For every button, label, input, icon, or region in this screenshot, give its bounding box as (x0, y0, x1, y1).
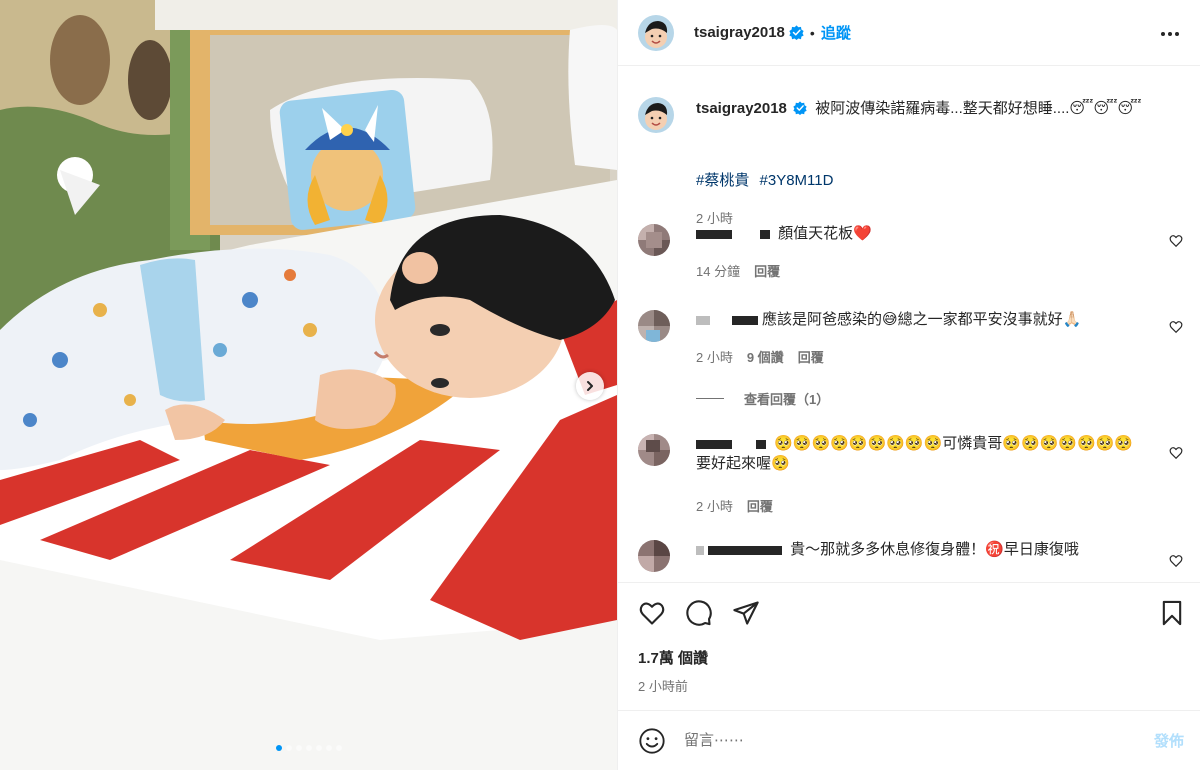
heart-icon[interactable] (1169, 554, 1183, 568)
comment-composer: 發佈 (618, 710, 1200, 770)
comment-time: 2 小時 (696, 499, 733, 514)
carousel-dot (325, 745, 332, 751)
follow-button[interactable]: 追蹤 (821, 22, 851, 43)
commenter-avatar[interactable] (638, 540, 670, 572)
commenter-avatar[interactable] (638, 310, 670, 342)
carousel-indicator (0, 745, 617, 751)
reply-button[interactable]: 回覆 (754, 261, 780, 280)
carousel-dot (275, 745, 282, 751)
heart-icon[interactable] (1169, 234, 1183, 248)
redacted-username (732, 315, 758, 325)
redacted-gap (714, 316, 728, 325)
comment-time: 14 分鐘 (696, 264, 741, 279)
comment-meta: 14 分鐘 回覆 (696, 261, 780, 280)
redacted-username (708, 545, 782, 555)
post-photo[interactable] (0, 0, 617, 770)
chevron-right-icon (587, 381, 593, 391)
caption-hashtags: #蔡桃貴 #3Y8M11D (696, 169, 839, 190)
likes-count[interactable]: 1.7萬 個讚 (638, 647, 708, 668)
caption-text: 被阿波傳染諾羅病毒...整天都好想睡....😴😴😴 (815, 100, 1142, 117)
post-time: 2 小時前 (638, 679, 688, 694)
carousel-dot (315, 745, 322, 751)
redacted-username (756, 439, 766, 449)
redacted-username (696, 439, 732, 449)
redacted-username (696, 229, 732, 239)
more-icon[interactable] (1160, 24, 1180, 44)
redacted-gap (736, 230, 756, 239)
carousel-dot (295, 745, 302, 751)
avatar[interactable] (638, 14, 674, 51)
reply-button[interactable]: 回覆 (798, 347, 824, 366)
caption-avatar[interactable] (638, 97, 674, 133)
redacted-username (696, 545, 704, 555)
photo-illustration (0, 0, 617, 770)
emoji-icon[interactable] (638, 727, 666, 755)
post-sidebar: tsaigray2018 • 追蹤 tsaigray2018 被阿波傳染諾羅病毒… (617, 0, 1200, 770)
header-separator: • (809, 24, 815, 41)
next-image-button[interactable] (576, 372, 604, 400)
heart-icon[interactable] (638, 599, 666, 627)
carousel-dot (305, 745, 312, 751)
replies-divider (696, 398, 724, 399)
comment-meta: 2 小時 回覆 (696, 496, 773, 515)
likes-count[interactable]: 9 個讚 (747, 347, 784, 366)
comment-time: 2 小時 (696, 350, 733, 365)
header-username[interactable]: tsaigray2018 (694, 24, 785, 41)
caption-username[interactable]: tsaigray2018 (696, 100, 787, 117)
carousel-dot (335, 745, 342, 751)
hashtag-link[interactable]: #3Y8M11D (760, 172, 834, 189)
bookmark-icon[interactable] (1158, 599, 1186, 627)
post-comment-button[interactable]: 發佈 (1154, 730, 1184, 751)
reply-button[interactable]: 回覆 (747, 496, 773, 515)
comment-text: 應該是阿爸感染的😅總之一家都平安沒事就好🙏🏻 (762, 311, 1082, 328)
comment-text: 顏值天花板❤️ (778, 225, 872, 242)
hashtag-link[interactable]: #蔡桃貴 (696, 172, 749, 189)
redacted-username (760, 229, 770, 239)
heart-icon[interactable] (1169, 446, 1183, 460)
comment-input[interactable] (684, 732, 1124, 749)
share-icon[interactable] (732, 599, 760, 627)
action-bar: 1.7萬 個讚 2 小時前 (618, 582, 1200, 710)
comment-meta: 2 小時 9 個讚 回覆 (696, 347, 824, 366)
comment-icon[interactable] (685, 599, 713, 627)
comment-text: 貴～那就多多休息修復身體！㊗️早日康復哦 (790, 541, 1079, 558)
commenter-avatar[interactable] (638, 224, 670, 256)
commenter-avatar[interactable] (638, 434, 670, 466)
view-replies-button[interactable]: 查看回覆（1） (696, 389, 829, 408)
view-replies-label: 查看回覆（1） (744, 392, 830, 407)
comments-list[interactable]: tsaigray2018 被阿波傳染諾羅病毒...整天都好想睡....😴😴😴 #… (618, 67, 1200, 582)
redacted-gap (736, 440, 752, 449)
heart-icon[interactable] (1169, 320, 1183, 334)
redacted-username (696, 315, 710, 325)
verified-icon (793, 101, 807, 115)
carousel-dot (285, 745, 292, 751)
post-header: tsaigray2018 • 追蹤 (618, 0, 1200, 66)
verified-icon (789, 25, 804, 40)
